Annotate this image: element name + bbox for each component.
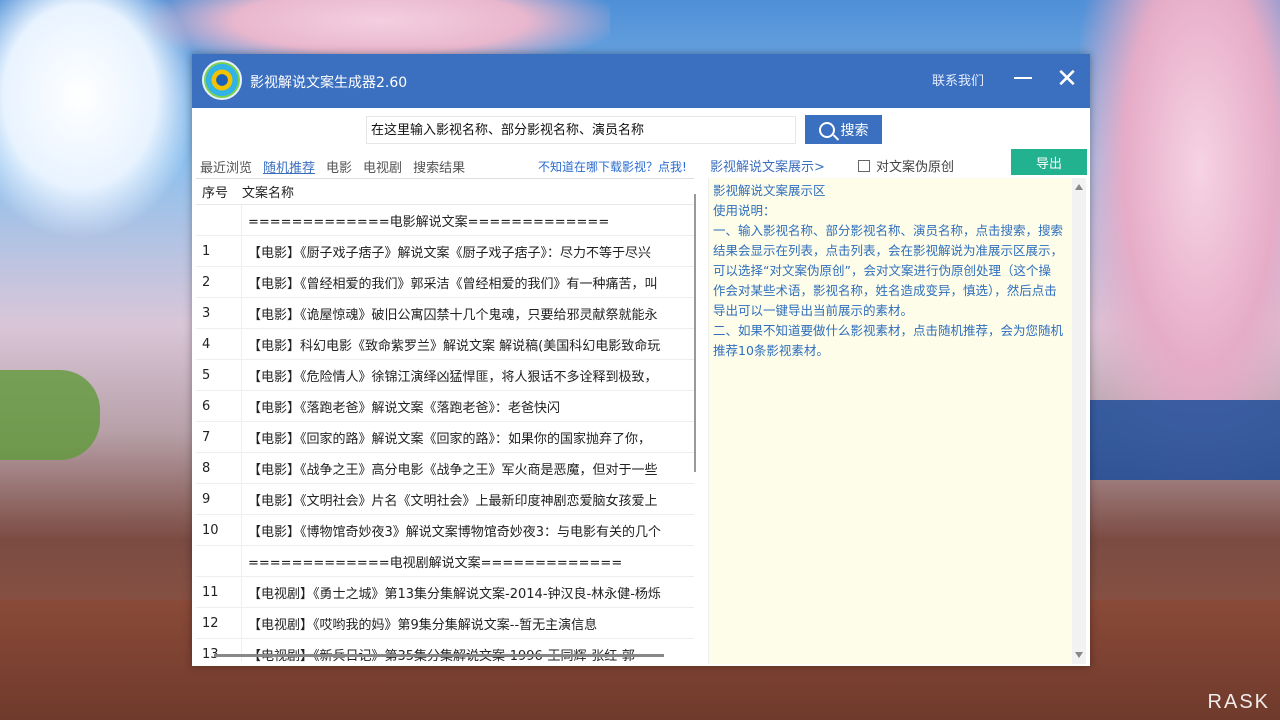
table-scrollbar[interactable] [694,194,696,472]
table-row[interactable]: 3 【电影】《诡屋惊魂》破旧公寓囚禁十几个鬼魂，只要给邪灵献祭就能永 [196,298,694,329]
tab-random-recommend[interactable]: 随机推荐 [263,157,315,176]
pseudo-original-checkbox[interactable]: 对文案伪原创 [858,156,954,175]
row-number: 12 [196,608,242,638]
row-number: 9 [196,484,242,514]
preview-line: 一、输入影视名称、部分影视名称、演员名称，点击搜索，搜索结果会显示在列表，点击列… [713,223,1064,318]
row-title: 【电影】《博物馆奇妙夜3》解说文案博物馆奇妙夜3：与电影有关的几个 [248,524,662,540]
preview-label: 影视解说文案展示> [710,160,825,175]
column-header-num: 序号 [202,186,229,201]
search-icon [818,121,835,138]
table-row[interactable]: 6 【电影】《落跑老爸》解说文案《落跑老爸》：老爸快闪 [196,391,694,422]
row-title: 【电影】《战争之王》高分电影《战争之王》军火商是恶魔，但对于一些 [248,462,658,478]
table-row[interactable]: 8 【电影】《战争之王》高分电影《战争之王》军火商是恶魔，但对于一些 [196,453,694,484]
app-window: 影视解说文案生成器2.60 联系我们 ✕ 搜索 最近浏览 随机推荐 电影 电视剧… [192,54,1090,666]
row-number: 5 [196,360,242,390]
row-title: 【电影】科幻电影《致命紫罗兰》解说文案 解说稿(美国科幻电影致命玩 [248,338,661,354]
row-title: 【电影】《厨子戏子痞子》解说文案《厨子戏子痞子》：尽力不等于尽兴 [248,245,652,261]
pseudo-original-label: 对文案伪原创 [876,160,955,175]
checkbox-icon[interactable] [858,159,870,172]
row-title: 【电视剧】《哎哟我的妈》第9集分集解说文案--暂无主演信息 [248,617,598,633]
table-horizontal-scrollbar[interactable] [214,654,664,657]
search-input[interactable] [366,116,796,144]
app-title: 影视解说文案生成器2.60 [250,75,408,91]
row-number [196,546,242,576]
row-number: 2 [196,267,242,297]
contact-us-link[interactable]: 联系我们 [932,70,984,89]
tab-movie[interactable]: 电影 [326,157,352,176]
tab-bar: 最近浏览 随机推荐 电影 电视剧 搜索结果 [200,157,465,176]
row-title: 【电影】《落跑老爸》解说文案《落跑老爸》：老爸快闪 [248,400,561,416]
table-row[interactable]: 13【电视剧】《新兵日记》第35集分集解说文案-1996-王同辉-张红-郭 [196,639,694,662]
table-row[interactable]: 11 【电视剧】《勇士之城》第13集分集解说文案-2014-钟汉良-林永健-杨烁 [196,577,694,608]
preview-line: 二、如果不知道要做什么影视素材，点击随机推荐，会为您随机推荐10条影视素材。 [713,323,1064,358]
wallpaper-sea [1090,400,1280,480]
scroll-down-icon[interactable] [1075,652,1083,658]
row-title: =============电视剧解说文案============= [248,555,623,571]
results-table: 序号 文案名称 =============电影解说文案=============… [196,178,694,662]
row-number: 1 [196,236,242,266]
row-title: 【电影】《回家的路》解说文案《回家的路》：如果你的国家抛弃了你， [248,431,652,447]
watermark: RASK [1207,691,1270,713]
preview-text: 影视解说文案展示区 使用说明： 一、输入影视名称、部分影视名称、演员名称，点击搜索，… [709,178,1069,361]
table-row[interactable]: =============电视剧解说文案============= [196,546,694,577]
row-number: 13 [196,639,242,662]
table-body: =============电影解说文案============= 1 【电影】《厨子… [196,205,694,662]
preview-panel: 影视解说文案展示区 使用说明： 一、输入影视名称、部分影视名称、演员名称，点击搜索，… [708,178,1086,664]
search-button-label: 搜索 [840,122,869,139]
search-button[interactable]: 搜索 [805,115,882,144]
row-number: 4 [196,329,242,359]
row-title: 【电影】《危险情人》徐锦江演绎凶猛悍匪，将人狠话不多诠释到极致， [248,369,658,385]
table-row[interactable]: 1 【电影】《厨子戏子痞子》解说文案《厨子戏子痞子》：尽力不等于尽兴 [196,236,694,267]
preview-scrollbar[interactable] [1072,178,1086,664]
row-title: 【电影】《曾经相爱的我们》郭采洁《曾经相爱的我们》有一种痛苦，叫 [248,276,658,292]
table-row[interactable]: =============电影解说文案============= [196,205,694,236]
table-row[interactable]: 12 【电视剧】《哎哟我的妈》第9集分集解说文案--暂无主演信息 [196,608,694,639]
scroll-up-icon[interactable] [1075,184,1083,190]
row-number: 3 [196,298,242,328]
export-button[interactable]: 导出 [1011,149,1087,175]
row-title: 【电视剧】《勇士之城》第13集分集解说文案-2014-钟汉良-林永健-杨烁 [248,586,661,602]
preview-line: 影视解说文案展示区 [713,183,826,198]
tab-search-results[interactable]: 搜索结果 [413,157,465,176]
table-header: 序号 文案名称 [196,179,694,205]
column-header-name: 文案名称 [242,186,295,201]
row-title: 【电影】《诡屋惊魂》破旧公寓囚禁十几个鬼魂，只要给邪灵献祭就能永 [248,307,658,323]
table-row[interactable]: 5 【电影】《危险情人》徐锦江演绎凶猛悍匪，将人狠话不多诠释到极致， [196,360,694,391]
app-logo-icon [202,60,242,100]
row-number: 7 [196,422,242,452]
tab-tv[interactable]: 电视剧 [363,157,402,176]
table-row[interactable]: 10 【电影】《博物馆奇妙夜3》解说文案博物馆奇妙夜3：与电影有关的几个 [196,515,694,546]
row-number: 6 [196,391,242,421]
minimize-icon[interactable] [1008,64,1038,94]
preview-line: 使用说明： [713,203,776,218]
row-number: 8 [196,453,242,483]
close-icon[interactable]: ✕ [1052,64,1082,94]
table-row[interactable]: 2 【电影】《曾经相爱的我们》郭采洁《曾经相爱的我们》有一种痛苦，叫 [196,267,694,298]
row-title: =============电影解说文案============= [248,214,610,230]
row-number [196,205,242,235]
download-help-link[interactable]: 不知道在哪下载影视？点我! [538,158,690,175]
table-row[interactable]: 4 【电影】科幻电影《致命紫罗兰》解说文案 解说稿(美国科幻电影致命玩 [196,329,694,360]
table-row[interactable]: 7 【电影】《回家的路》解说文案《回家的路》：如果你的国家抛弃了你， [196,422,694,453]
row-number: 10 [196,515,242,545]
row-title: 【电影】《文明社会》片名《文明社会》上最新印度神剧恋爱脑女孩爱上 [248,493,658,509]
title-bar[interactable]: 影视解说文案生成器2.60 联系我们 ✕ [192,54,1090,108]
row-number: 11 [196,577,242,607]
table-row[interactable]: 9 【电影】《文明社会》片名《文明社会》上最新印度神剧恋爱脑女孩爱上 [196,484,694,515]
tab-recent[interactable]: 最近浏览 [200,157,252,176]
wallpaper-grass [0,370,100,460]
